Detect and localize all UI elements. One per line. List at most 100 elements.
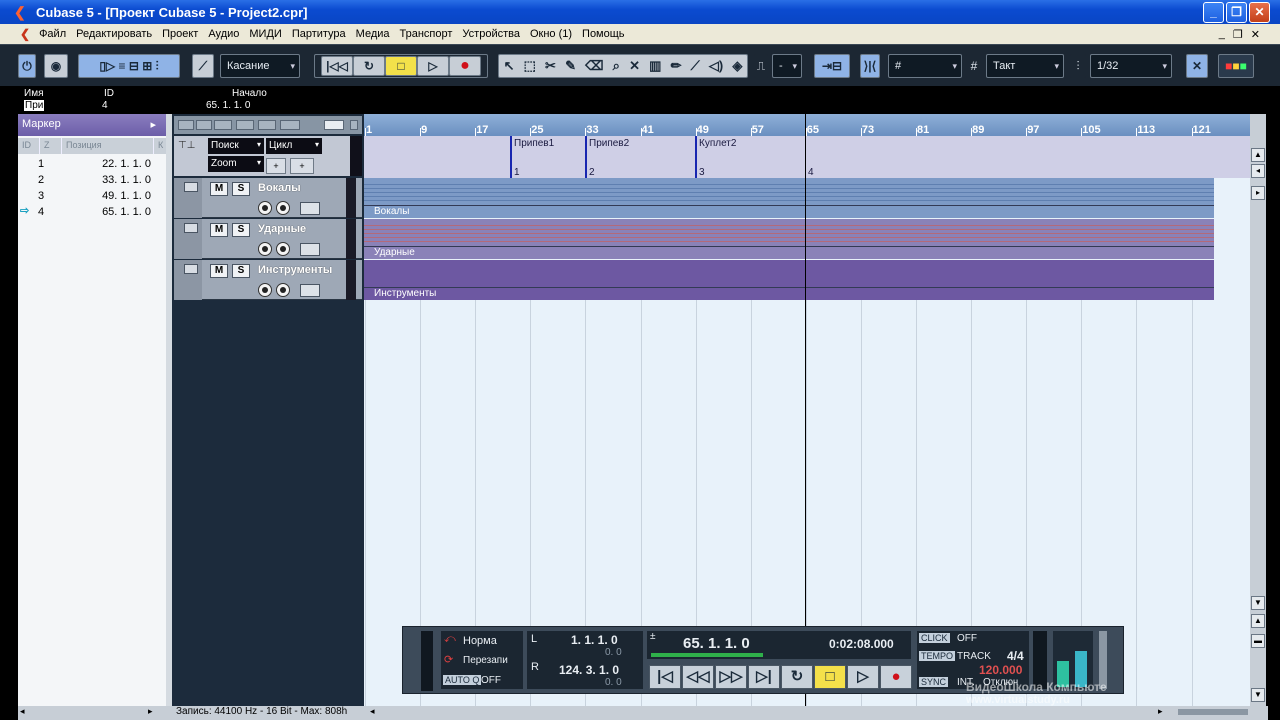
locate-dropdown[interactable]: Поиск bbox=[208, 138, 264, 154]
activate-project-icon[interactable]: ⏻ bbox=[18, 54, 36, 78]
color-palette-icon[interactable]: ■ ■ ■ bbox=[1218, 54, 1254, 78]
right-locator-value[interactable]: 124. 3. 1. 0 bbox=[559, 663, 619, 677]
read-all-icon[interactable] bbox=[258, 120, 276, 130]
horizontal-zoom-slider[interactable] bbox=[1178, 709, 1248, 715]
minimize-button[interactable]: _ bbox=[1203, 2, 1224, 23]
scroll-down-icon[interactable]: ▼ bbox=[1251, 596, 1265, 610]
zoom-in-vertical-icon[interactable]: ▸ bbox=[1251, 186, 1265, 200]
snap-icon[interactable]: ⇥⊟ bbox=[814, 54, 850, 78]
goto-start-button[interactable]: |◁◁ bbox=[321, 56, 353, 76]
marker-event[interactable]: Куплет2 3 bbox=[695, 136, 736, 178]
sync-label[interactable]: SYNC bbox=[919, 677, 949, 687]
secondary-time[interactable]: 0:02:08.000 bbox=[829, 637, 894, 651]
marker-id[interactable]: 4 bbox=[38, 206, 44, 218]
transport-rewind-button[interactable]: ◁◁ bbox=[682, 665, 714, 689]
folder-track-header[interactable]: M S Ударные bbox=[174, 219, 362, 259]
folder-edit-icon[interactable] bbox=[300, 243, 320, 256]
scroll-up-icon[interactable]: ▲ bbox=[1251, 148, 1265, 162]
marker-position[interactable]: 22. 1. 1. 0 bbox=[86, 158, 151, 170]
monitor-icon[interactable] bbox=[276, 242, 290, 256]
cycle-record-dropdown[interactable]: Перезапи bbox=[463, 655, 508, 666]
primary-position[interactable]: 65. 1. 1. 0 bbox=[683, 635, 750, 652]
menu-transport[interactable]: Транспорт bbox=[395, 28, 458, 40]
left-locator-value[interactable]: 1. 1. 1. 0 bbox=[571, 633, 618, 647]
menu-project[interactable]: Проект bbox=[157, 28, 203, 40]
menu-file[interactable]: Файл bbox=[34, 28, 71, 40]
track-name[interactable]: Вокалы bbox=[258, 182, 301, 194]
zoom-up-icon[interactable]: ▲ bbox=[1251, 614, 1265, 628]
menu-devices[interactable]: Устройства bbox=[457, 28, 525, 40]
marker-list-row[interactable]: 1 22. 1. 1. 0 bbox=[18, 156, 170, 172]
record-enable-icon[interactable] bbox=[258, 242, 272, 256]
add-marker-button[interactable]: + bbox=[266, 158, 286, 174]
track-info-icon[interactable] bbox=[350, 120, 358, 130]
automation-mode-icon[interactable]: ⟋ bbox=[192, 54, 214, 78]
pool-icon[interactable]: ⊞ bbox=[142, 59, 152, 73]
marker-list-row[interactable]: 2 33. 1. 1. 0 bbox=[18, 172, 170, 188]
transport-goto-end-button[interactable]: ▷| bbox=[748, 665, 780, 689]
hscroll-left-icon[interactable]: ◂ bbox=[370, 706, 375, 717]
col-z[interactable]: Z bbox=[40, 138, 62, 154]
tempo-label[interactable]: TEMPO bbox=[919, 651, 956, 661]
cycle-dropdown[interactable]: Цикл bbox=[266, 138, 322, 154]
col-id[interactable]: ID bbox=[18, 138, 40, 154]
solo-button[interactable]: S bbox=[232, 264, 250, 278]
view-toggles[interactable]: ▯▷ ≡ ⊟ ⊞ ⫶ bbox=[78, 54, 180, 78]
mute-button[interactable]: M bbox=[210, 223, 228, 237]
document-icon[interactable]: ❮ bbox=[20, 27, 30, 41]
track-name[interactable]: Ударные bbox=[258, 223, 306, 235]
arrow-tool-icon[interactable]: ↖ bbox=[504, 58, 515, 74]
transport-forward-button[interactable]: ▷▷ bbox=[715, 665, 747, 689]
overview-icon[interactable]: ⊟ bbox=[129, 59, 139, 73]
inspector-header[interactable]: Маркер ▸ bbox=[18, 114, 170, 136]
position-slider[interactable] bbox=[651, 653, 763, 657]
grid-type-dropdown[interactable]: # bbox=[888, 54, 962, 78]
menu-audio[interactable]: Аудио bbox=[203, 28, 244, 40]
record-enable-icon[interactable] bbox=[258, 201, 272, 215]
comp-tool-icon[interactable]: ▥ bbox=[649, 58, 661, 74]
solo-button[interactable]: S bbox=[232, 223, 250, 237]
folder-icon[interactable] bbox=[184, 182, 198, 192]
vertical-scrollbar[interactable]: ▲ ◂ ▸ ▼ ▲ ▬ ▼ bbox=[1250, 114, 1266, 706]
pencil-tool-icon[interactable]: ✎ bbox=[565, 58, 576, 74]
maximize-button[interactable]: ❐ bbox=[1226, 2, 1247, 23]
speaker-tool-icon[interactable]: ◁) bbox=[709, 58, 723, 74]
mute-button[interactable]: M bbox=[210, 182, 228, 196]
marker-position[interactable]: 49. 1. 1. 0 bbox=[86, 190, 151, 202]
project-cursor[interactable] bbox=[805, 114, 806, 706]
nudge-dropdown[interactable]: - bbox=[772, 54, 802, 78]
ruler[interactable]: 1 9 17 25 33 41 49 57 65 73 81 89 97 105 113 121 bbox=[364, 114, 1250, 136]
menu-edit[interactable]: Редактировать bbox=[71, 28, 157, 40]
mute-button[interactable]: M bbox=[210, 264, 228, 278]
left-locator-icon[interactable]: L bbox=[531, 633, 537, 645]
marker-event[interactable]: Припев2 2 bbox=[585, 136, 629, 178]
inspector-icon[interactable]: ▯▷ bbox=[99, 59, 115, 73]
play-button[interactable]: ▷ bbox=[417, 56, 449, 76]
folder-track-header[interactable]: M S Инструменты bbox=[174, 260, 362, 300]
transport-cycle-button[interactable]: ↻ bbox=[781, 665, 813, 689]
marker-list-row[interactable]: 3 49. 1. 1. 0 bbox=[18, 188, 170, 204]
menu-media[interactable]: Медиа bbox=[351, 28, 395, 40]
solo-button[interactable]: S bbox=[232, 182, 250, 196]
zoom-out-vertical-icon[interactable]: ◂ bbox=[1251, 164, 1265, 178]
track-name[interactable]: Инструменты bbox=[258, 264, 332, 276]
position-plus-minus-icon[interactable]: ± bbox=[650, 631, 656, 642]
cycle-button[interactable]: ↻ bbox=[353, 56, 385, 76]
folder-edit-icon[interactable] bbox=[300, 284, 320, 297]
info-name-field[interactable]: При bbox=[24, 100, 45, 111]
folder-part[interactable]: Инструменты bbox=[364, 260, 1214, 300]
constrain-delay-icon[interactable]: ◉ bbox=[44, 54, 68, 78]
autoq-label[interactable]: AUTO Q bbox=[443, 675, 482, 685]
click-label[interactable]: CLICK bbox=[919, 633, 950, 643]
snap-zero-icon[interactable]: ⟩|⟨ bbox=[860, 54, 880, 78]
record-button[interactable]: ● bbox=[449, 56, 481, 76]
line-tool-icon[interactable]: ⟋ bbox=[691, 58, 700, 74]
arrange-window[interactable]: 1 9 17 25 33 41 49 57 65 73 81 89 97 105 113 121 Припев… bbox=[364, 114, 1250, 706]
track-view-icon[interactable] bbox=[324, 120, 344, 130]
right-locator-icon[interactable]: R bbox=[531, 661, 539, 673]
status-right-arrow-icon[interactable]: ▸ bbox=[148, 706, 153, 717]
grid-dropdown[interactable]: Такт bbox=[986, 54, 1064, 78]
col-position[interactable]: Позиция bbox=[62, 138, 154, 154]
crossfade-icon[interactable]: ✕ bbox=[1186, 54, 1208, 78]
marker-id[interactable]: 1 bbox=[38, 158, 44, 170]
